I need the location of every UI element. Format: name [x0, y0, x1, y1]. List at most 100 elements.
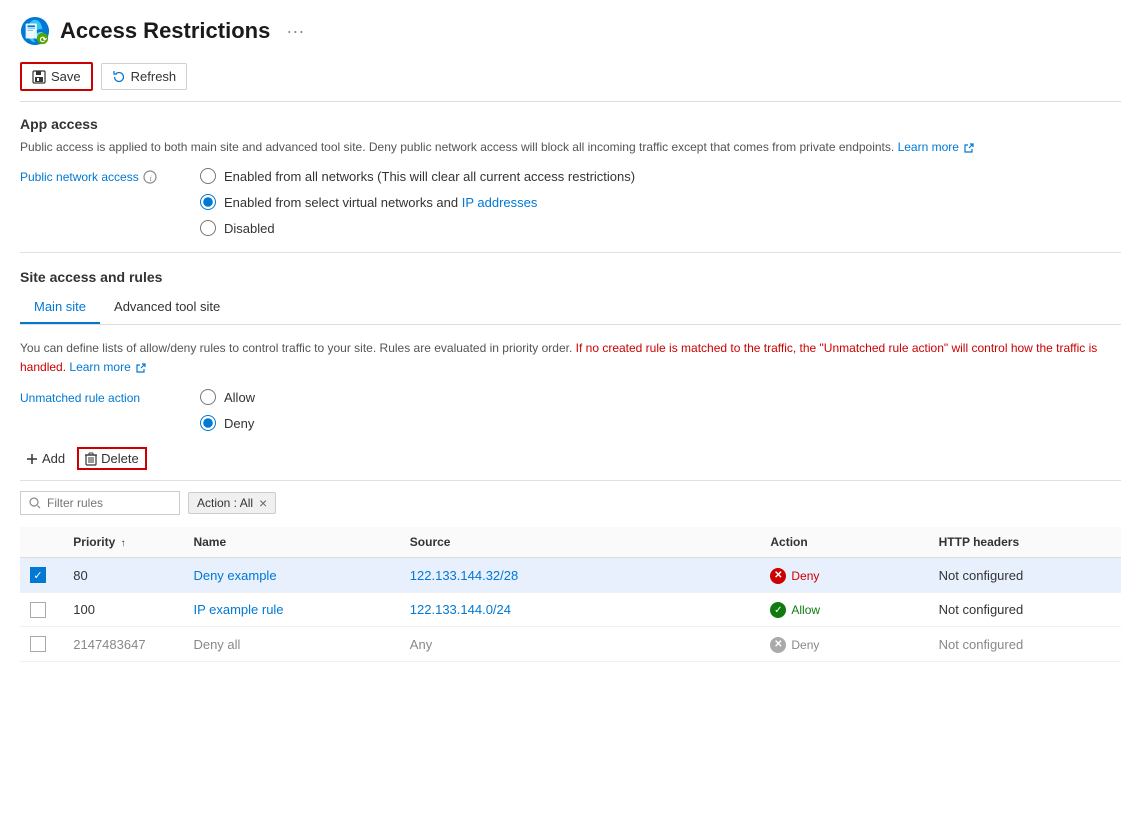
rules-external-link-icon [136, 363, 146, 373]
row1-source-link[interactable]: 122.133.144.32/28 [410, 568, 518, 583]
th-priority-label: Priority [73, 535, 115, 549]
add-delete-toolbar: Add Delete [20, 447, 1121, 481]
radio-enabled-all[interactable]: Enabled from all networks (This will cle… [200, 168, 635, 184]
save-button[interactable]: Save [20, 62, 93, 91]
row3-source: Any [400, 627, 761, 662]
row1-source: 122.133.144.32/28 [400, 558, 761, 593]
tab-main-site[interactable]: Main site [20, 291, 100, 324]
th-action-label: Action [770, 535, 807, 549]
radio-enabled-all-input[interactable] [200, 168, 216, 184]
ip-addresses-link[interactable]: IP addresses [462, 195, 538, 210]
th-http-headers: HTTP headers [929, 527, 1121, 558]
row3-name: Deny all [183, 627, 399, 662]
refresh-icon [112, 70, 126, 84]
deny-dim-icon: ✕ [770, 637, 786, 653]
row2-checkbox[interactable] [30, 602, 46, 618]
unmatched-rule-label: Unmatched rule action [20, 389, 180, 405]
azure-logo-icon: ⬆ ⟳ [20, 16, 50, 46]
refresh-label: Refresh [131, 69, 177, 84]
app-access-learn-more[interactable]: Learn more [898, 140, 959, 154]
rules-info-part1: You can define lists of allow/deny rules… [20, 341, 572, 355]
filter-tag-close[interactable]: × [259, 496, 267, 510]
row1-checkbox-cell: ✓ [20, 558, 63, 593]
table-row[interactable]: 100 IP example rule 122.133.144.0/24 ✓ A… [20, 592, 1121, 627]
add-button[interactable]: Add [20, 447, 71, 470]
sort-arrow-icon: ↑ [121, 538, 126, 549]
radio-disabled-input[interactable] [200, 220, 216, 236]
trash-icon [85, 452, 97, 466]
table-row[interactable]: 2147483647 Deny all Any ✕ Deny Not confi… [20, 627, 1121, 662]
row3-action: ✕ Deny [760, 627, 928, 662]
radio-allow-input[interactable] [200, 389, 216, 405]
filter-tag-label: Action : All [197, 496, 253, 510]
row1-checkbox[interactable]: ✓ [30, 567, 46, 583]
public-network-access-label: Public network access i [20, 168, 180, 184]
row3-priority: 2147483647 [63, 627, 183, 662]
radio-enabled-select[interactable]: Enabled from select virtual networks and… [200, 194, 635, 210]
rules-learn-more[interactable]: Learn more [69, 360, 130, 374]
radio-deny-label: Deny [224, 416, 254, 431]
row1-http: Not configured [929, 558, 1121, 593]
svg-text:⟳: ⟳ [40, 34, 47, 44]
public-network-radio-group: Enabled from all networks (This will cle… [200, 168, 635, 236]
rules-table: Priority ↑ Name Source Action HTTP heade… [20, 527, 1121, 662]
unmatched-radio-group: Allow Deny [200, 389, 255, 431]
table-row[interactable]: ✓ 80 Deny example 122.133.144.32/28 [20, 558, 1121, 593]
filter-rules-input[interactable] [47, 496, 167, 510]
tab-advanced-tool-site[interactable]: Advanced tool site [100, 291, 234, 324]
info-icon: i [143, 170, 157, 184]
save-label: Save [51, 69, 81, 84]
radio-allow-label: Allow [224, 390, 255, 405]
public-network-access-row: Public network access i Enabled from all… [20, 168, 1121, 236]
row2-name: IP example rule [183, 592, 399, 627]
allow-icon: ✓ [770, 602, 786, 618]
row2-name-link[interactable]: IP example rule [193, 602, 283, 617]
external-link-icon [964, 143, 974, 153]
th-source-label: Source [410, 535, 451, 549]
site-tabs: Main site Advanced tool site [20, 291, 1121, 325]
refresh-button[interactable]: Refresh [101, 63, 188, 90]
row3-http: Not configured [929, 627, 1121, 662]
row2-source-link[interactable]: 122.133.144.0/24 [410, 602, 511, 617]
app-access-section: App access Public access is applied to b… [20, 116, 1121, 236]
table-header: Priority ↑ Name Source Action HTTP heade… [20, 527, 1121, 558]
deny-icon: ✕ [770, 568, 786, 584]
header-more-options[interactable]: ··· [286, 21, 304, 42]
row2-checkbox-cell [20, 592, 63, 627]
site-access-title: Site access and rules [20, 269, 1121, 285]
row1-name: Deny example [183, 558, 399, 593]
row2-action-badge: ✓ Allow [770, 602, 820, 618]
delete-button[interactable]: Delete [77, 447, 147, 470]
svg-text:i: i [149, 174, 151, 183]
radio-deny-input[interactable] [200, 415, 216, 431]
row3-checkbox[interactable] [30, 636, 46, 652]
row3-action-badge: ✕ Deny [770, 637, 819, 653]
radio-deny[interactable]: Deny [200, 415, 255, 431]
unmatched-rule-row: Unmatched rule action Allow Deny [20, 389, 1121, 431]
th-http-label: HTTP headers [939, 535, 1019, 549]
th-action: Action [760, 527, 928, 558]
row2-http: Not configured [929, 592, 1121, 627]
radio-enabled-select-input[interactable] [200, 194, 216, 210]
radio-allow[interactable]: Allow [200, 389, 255, 405]
row1-priority: 80 [63, 558, 183, 593]
filter-input-wrapper[interactable] [20, 491, 180, 515]
page-container: ⬆ ⟳ Access Restrictions ··· Save [0, 0, 1141, 678]
row2-action: ✓ Allow [760, 592, 928, 627]
row1-action-badge: ✕ Deny [770, 568, 819, 584]
row3-checkbox-cell [20, 627, 63, 662]
th-priority[interactable]: Priority ↑ [63, 527, 183, 558]
row1-name-link[interactable]: Deny example [193, 568, 276, 583]
toolbar: Save Refresh [20, 62, 1121, 102]
radio-enabled-all-label: Enabled from all networks (This will cle… [224, 169, 635, 184]
section-divider-1 [20, 252, 1121, 253]
radio-enabled-select-label: Enabled from select virtual networks and… [224, 195, 537, 210]
app-access-info-text: Public access is applied to both main si… [20, 140, 894, 154]
site-access-section: Site access and rules Main site Advanced… [20, 269, 1121, 431]
rules-info: You can define lists of allow/deny rules… [20, 339, 1121, 377]
app-access-info: Public access is applied to both main si… [20, 138, 1121, 156]
app-access-title: App access [20, 116, 1121, 132]
row1-action: ✕ Deny [760, 558, 928, 593]
radio-disabled[interactable]: Disabled [200, 220, 635, 236]
table-body: ✓ 80 Deny example 122.133.144.32/28 [20, 558, 1121, 662]
